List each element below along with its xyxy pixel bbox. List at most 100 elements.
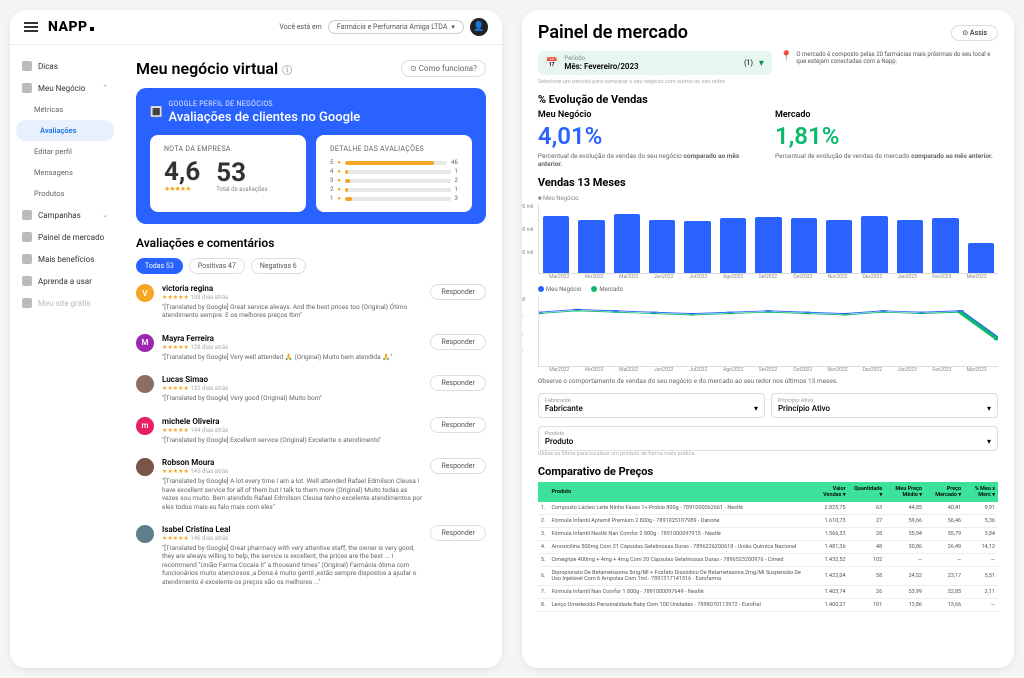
nota-card: NOTA DA EMPRESA 4,6 ★★★★★ 53 Total de av…: [150, 135, 306, 212]
gift-icon: [22, 254, 32, 264]
evolucao-title: % Evolução de Vendas: [538, 93, 998, 106]
responder-button[interactable]: Responder: [430, 417, 485, 433]
sidebar-item-meu-site[interactable]: Meu site grátis: [10, 292, 120, 314]
table-row[interactable]: 2.Fórmula Infantil Aptamil Premium 2 800…: [538, 515, 998, 528]
table-header[interactable]: Meu Preço Médio ▾: [885, 482, 925, 502]
table-row[interactable]: 1.Composto Lácteo Leite Ninho Fases 1+ P…: [538, 502, 998, 515]
user-avatar[interactable]: 👤: [470, 18, 488, 36]
chip-positivas[interactable]: Positivas 47: [189, 258, 245, 274]
sidebar-item-metricas[interactable]: Métricas: [10, 99, 120, 120]
chevron-down-icon: ▾: [987, 404, 991, 413]
sidebar-item-avaliacoes[interactable]: Avaliações: [16, 120, 114, 141]
responder-button[interactable]: Responder: [430, 458, 485, 474]
table-row[interactable]: 8.Lenço Umedecido Personalidade Baby Com…: [538, 599, 998, 612]
chip-negativas[interactable]: Negativas 6: [251, 258, 306, 274]
table-row[interactable]: 6.Dipropionato De Betametasona 5mg/Ml + …: [538, 567, 998, 586]
sidebar-item-editar-perfil[interactable]: Editar perfil: [10, 141, 120, 162]
chevron-down-icon: ▾: [451, 23, 455, 31]
calendar-icon: 📅: [546, 58, 558, 69]
chip-todas[interactable]: Todas 53: [136, 258, 183, 274]
chevron-down-icon: ▾: [987, 437, 991, 446]
chart-bar: [720, 218, 746, 273]
review-text: "[Translated by Google] Excellent servic…: [162, 436, 422, 444]
filter-principio[interactable]: Princípio Ativo Princípio Ativo▾: [771, 393, 998, 418]
chart-caption: Observe o comportamento de vendas do seu…: [538, 377, 998, 385]
reviewer-avatar: [136, 375, 154, 393]
lightbulb-icon: [22, 61, 32, 71]
chart-bar: [684, 221, 710, 273]
review-text: "[Translated by Google] A lot every time…: [162, 477, 422, 511]
review-text: "[Translated by Google] Very good (Origi…: [162, 394, 422, 402]
table-header[interactable]: % Meu x Merc ▾: [964, 482, 998, 502]
store-selector[interactable]: Farmácia e Perfumaria Amiga LTDA ▾: [328, 20, 464, 34]
detail-card: DETALHE DAS AVALIAÇÕES 5●464●13●22●11●3: [316, 135, 472, 212]
chart-bar: [897, 220, 923, 273]
sidebar-item-mensagens[interactable]: Mensagens: [10, 162, 120, 183]
market-info: 📍 O mercado é composto pelas 20 farmácia…: [780, 51, 998, 65]
review-stars-icon: ★★★★★ 132 dias atrás: [162, 385, 422, 392]
review-stars-icon: ★★★★★ 145 dias atrás: [162, 468, 422, 475]
filter-fabricante[interactable]: Fabricante Fabricante▾: [538, 393, 765, 418]
evo-meu-negocio: Meu Negócio 4,01% Percentual de evolução…: [538, 110, 761, 168]
table-header[interactable]: Produto: [548, 482, 812, 502]
top-bar: NAPP Você está em Farmácia e Perfumaria …: [10, 10, 502, 45]
review-text: "[Translated by Google] Great pharmacy w…: [162, 544, 422, 586]
period-note: Selecione um período para comparar o seu…: [538, 79, 998, 85]
filter-produto[interactable]: Produto Produto▾: [538, 426, 998, 451]
nota-value: 4,6: [164, 159, 200, 185]
chart-bar: [932, 218, 958, 273]
table-header[interactable]: [538, 482, 549, 502]
rating-row: 4●1: [330, 168, 458, 175]
table-row[interactable]: 4.Amoxicilina 500mg Com 21 Cápsulas Gela…: [538, 541, 998, 554]
logo: NAPP: [48, 19, 94, 35]
sidebar-item-meu-negocio[interactable]: Meu Negócio⌃: [10, 77, 120, 99]
table-header[interactable]: Preço Mercado ▾: [925, 482, 964, 502]
review-text: "[Translated by Google] Great service al…: [162, 303, 422, 320]
chart-bar: [791, 218, 817, 273]
reviews-section-title: Avaliações e comentários: [136, 236, 486, 250]
globe-icon: [22, 298, 32, 308]
table-row[interactable]: 3.Fórmula Infantil Nestlé Nan Comfor 2 8…: [538, 528, 998, 541]
sidebar-item-mais-beneficios[interactable]: Mais benefícios: [10, 248, 120, 270]
responder-button[interactable]: Responder: [430, 525, 485, 541]
period-selector[interactable]: 📅 Período Mês: Fevereiro/2023 (1) ▾: [538, 51, 772, 75]
review-item: Robson Moura ★★★★★ 145 dias atrás "[Tran…: [136, 458, 486, 511]
chart-bar: [543, 216, 569, 274]
responder-button[interactable]: Responder: [430, 334, 485, 350]
line-chart: Meu Negócio Mercado 100 75 50 25 Mar2022…: [538, 286, 998, 373]
review-item: Isabel Cristina Leal ★★★★★ 146 dias atrá…: [136, 525, 486, 586]
location-pin-icon: 📍: [780, 51, 792, 65]
reviewer-name: michele Oliveira: [162, 417, 422, 426]
store-prefix: Você está em: [279, 23, 321, 31]
menu-icon[interactable]: [24, 22, 38, 32]
chevron-down-icon: ⌄: [102, 211, 108, 219]
assist-button[interactable]: ⊙ Assis: [951, 25, 998, 41]
chart-bar: [826, 220, 852, 273]
table-header[interactable]: Quantidade ▾: [849, 482, 886, 502]
sidebar-item-dicas[interactable]: Dicas: [10, 55, 120, 77]
filter-note: Utilize os filtros para localizar um pro…: [538, 451, 998, 457]
reviewer-name: Robson Moura: [162, 458, 422, 467]
chart-bar: [649, 220, 675, 273]
sort-icon: ▾: [843, 492, 846, 498]
table-row[interactable]: 7.Fórmula Infantil Nan Comfor 1 800g - 7…: [538, 586, 998, 599]
responder-button[interactable]: Responder: [430, 375, 485, 391]
review-stars-icon: ★★★★★ 146 dias atrás: [162, 535, 422, 542]
rating-row: 1●3: [330, 195, 458, 202]
responder-button[interactable]: Responder: [430, 284, 485, 300]
sidebar-item-produtos[interactable]: Produtos: [10, 183, 120, 204]
sidebar-item-campanhas[interactable]: Campanhas⌄: [10, 204, 120, 226]
table-header[interactable]: Valor Vendas ▾: [813, 482, 849, 502]
reviewer-avatar: [136, 525, 154, 543]
sidebar-item-painel-mercado[interactable]: Painel de mercado: [10, 226, 120, 248]
sidebar-item-aprenda-usar[interactable]: Aprenda a usar: [10, 270, 120, 292]
chart-bar: [614, 214, 640, 273]
table-row[interactable]: 5.Cimegripe 400mg + 4mg + 4mg Com 20 Cáp…: [538, 554, 998, 567]
como-funciona-button[interactable]: ⊙ Como funciona?: [401, 60, 486, 77]
reviewer-name: Lucas Simao: [162, 375, 422, 384]
info-icon[interactable]: ⓘ: [282, 66, 292, 77]
review-item: Lucas Simao ★★★★★ 132 dias atrás "[Trans…: [136, 375, 486, 402]
page-title: Meu negócio virtual ⓘ: [136, 59, 292, 78]
chart-bar: [755, 217, 781, 273]
reviewer-name: victoria regina: [162, 284, 422, 293]
